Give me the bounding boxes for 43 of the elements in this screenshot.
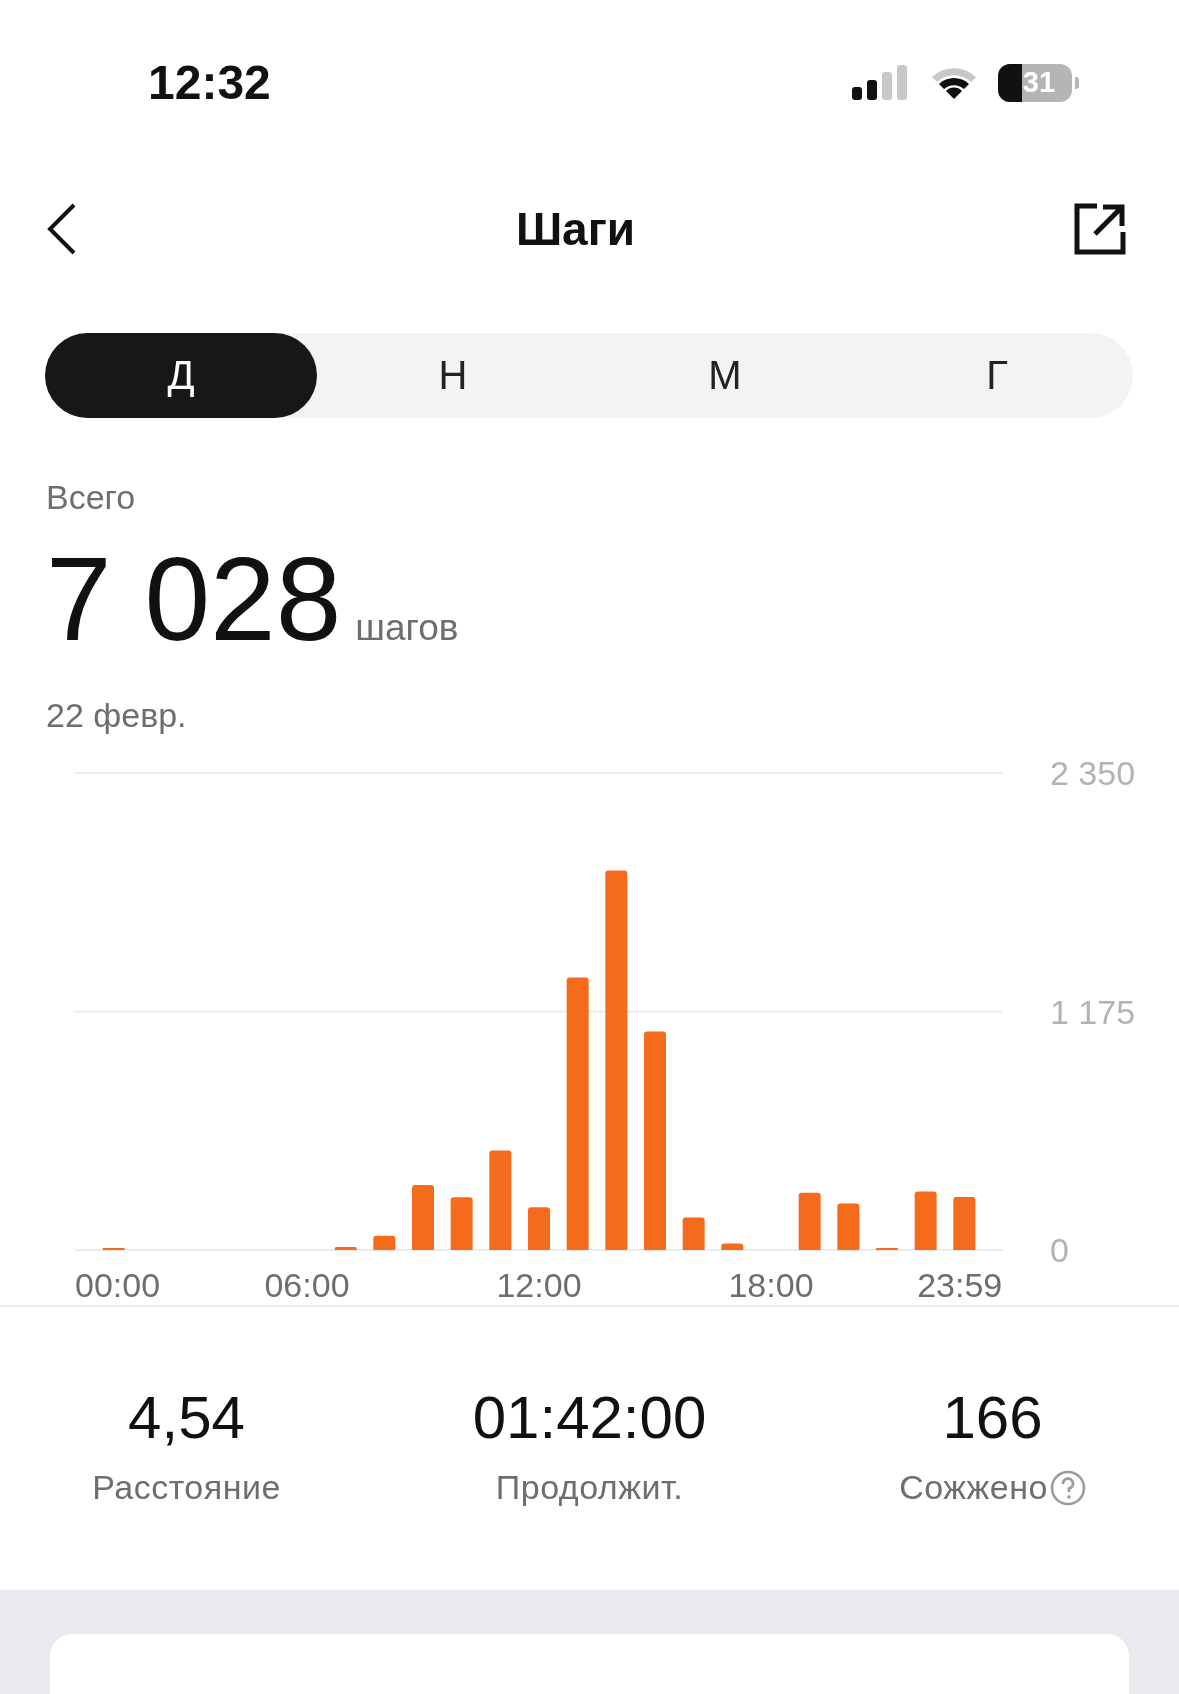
step-count: 7 028 (46, 534, 342, 665)
stat-label: Сожжено (899, 1468, 1048, 1508)
axis-label: 2 350 (1050, 754, 1136, 793)
share-button[interactable] (1073, 202, 1127, 257)
axis-label: 00:00 (75, 1266, 161, 1305)
axis-label: 06:00 (264, 1266, 350, 1305)
period-tab[interactable]: Д (45, 333, 317, 418)
stat-label: Расстояние (92, 1468, 281, 1508)
chart-bar (721, 1243, 744, 1251)
chart-bar (102, 1248, 125, 1251)
share-icon (1073, 202, 1127, 257)
chart-bar (876, 1248, 898, 1251)
back-button[interactable] (46, 203, 78, 256)
screen-title: Шаги (515, 202, 636, 257)
chart-bar (334, 1247, 357, 1251)
period-tab[interactable]: Г (861, 333, 1133, 418)
chart-bar (798, 1193, 821, 1251)
signal-icon (852, 64, 910, 101)
date-label: 22 февр. (46, 696, 188, 736)
chart-bar (450, 1197, 473, 1251)
axis-label: 18:00 (728, 1266, 814, 1305)
chart-bar (412, 1185, 434, 1251)
back-icon (46, 203, 78, 256)
chart-bar (914, 1191, 937, 1251)
period-tab[interactable]: М (589, 333, 861, 418)
chart-bar (837, 1203, 860, 1251)
total-label: Всего (46, 477, 137, 517)
chart-bar (373, 1236, 396, 1251)
step-unit: шагов (355, 606, 459, 649)
help-icon[interactable] (1049, 1469, 1086, 1506)
stat-value: 4,54 (128, 1383, 245, 1453)
chart-bar (528, 1207, 550, 1251)
axis-label: 23:59 (917, 1266, 1003, 1305)
period-tab[interactable]: Н (317, 333, 589, 418)
stat-value: 01:42:00 (472, 1383, 707, 1453)
axis-label: 12:00 (496, 1266, 582, 1305)
stat-label: Продолжит. (495, 1468, 684, 1508)
axis-label: 0 (1050, 1231, 1069, 1270)
chart-bar (953, 1197, 976, 1251)
stat-value: 166 (942, 1383, 1043, 1453)
axis-label: 1 175 (1050, 992, 1136, 1031)
status-time: 12:32 (148, 55, 271, 111)
chart-bar (682, 1217, 705, 1251)
